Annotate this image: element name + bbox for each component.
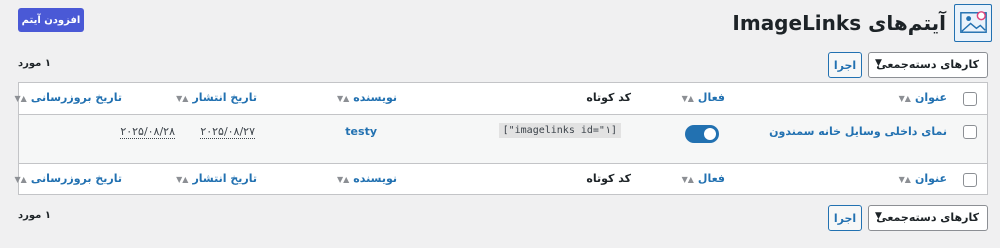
chevron-down-icon: ▼ (875, 58, 882, 68)
updated-date: ۲۰۲۵/۰۸/۲۸ (120, 125, 175, 139)
table-header-row: عنوان▲▼ فعال▲▼ کد کوتاه نویسنده▲▼ تاریخ … (15, 83, 987, 115)
add-item-button[interactable]: افزودن آیتم (18, 8, 84, 32)
sort-icon: ▲▼ (176, 175, 189, 184)
column-title-footer[interactable]: عنوان▲▼ (899, 172, 947, 185)
row-checkbox[interactable] (963, 125, 977, 139)
column-shortcode-footer: کد کوتاه (586, 172, 631, 185)
sort-icon: ▲▼ (14, 94, 27, 103)
column-author-footer[interactable]: نویسنده▲▼ (337, 172, 397, 185)
image-gallery-icon (954, 4, 992, 42)
column-published[interactable]: تاریخ انتشار▲▼ (176, 91, 257, 104)
chevron-down-icon: ▼ (875, 211, 882, 221)
column-author[interactable]: نویسنده▲▼ (337, 91, 397, 104)
bulk-actions-label: کارهای دسته‌جمعی (876, 58, 979, 71)
bulk-actions-select-bottom[interactable]: کارهای دسته‌جمعی ▼ (868, 205, 988, 231)
table-footer-row: عنوان▲▼ فعال▲▼ کد کوتاه نویسنده▲▼ تاریخ … (15, 163, 987, 195)
column-updated[interactable]: تاریخ بروزرسانی▲▼ (15, 91, 122, 104)
sort-icon: ▲▼ (336, 175, 350, 184)
column-title[interactable]: عنوان▲▼ (899, 91, 947, 104)
column-published-footer[interactable]: تاریخ انتشار▲▼ (176, 172, 257, 185)
bulk-actions-select-top[interactable]: کارهای دسته‌جمعی ▼ (868, 52, 988, 78)
page-header: آیتم‌های ImageLinks افزودن آیتم (14, 4, 992, 44)
sort-icon: ▲▼ (681, 175, 694, 184)
item-title-link[interactable]: نمای داخلی وسایل خانه سمندون (769, 125, 947, 138)
published-date: ۲۰۲۵/۰۸/۲۷ (200, 125, 255, 139)
column-active[interactable]: فعال▲▼ (682, 91, 725, 104)
bulk-actions-label: کارهای دسته‌جمعی (876, 211, 979, 224)
sort-icon: ▲▼ (14, 175, 27, 184)
sort-icon: ▲▼ (898, 94, 911, 103)
author-link[interactable]: testy (345, 125, 377, 138)
shortcode-value: [imagelinks id="۱"] (498, 123, 621, 138)
select-all-checkbox[interactable] (963, 92, 977, 106)
item-count-bottom: ۱ مورد (18, 210, 51, 221)
sort-icon: ▲▼ (176, 94, 189, 103)
column-active-footer[interactable]: فعال▲▼ (682, 172, 725, 185)
sort-icon: ▲▼ (681, 94, 694, 103)
apply-button-bottom[interactable]: اجرا (828, 205, 862, 231)
table-row: نمای داخلی وسایل خانه سمندون [imagelinks… (19, 115, 987, 163)
select-all-checkbox-footer[interactable] (963, 173, 977, 187)
column-shortcode: کد کوتاه (586, 91, 631, 104)
sort-icon: ▲▼ (336, 94, 350, 103)
column-updated-footer[interactable]: تاریخ بروزرسانی▲▼ (15, 172, 122, 185)
items-table: عنوان▲▼ فعال▲▼ کد کوتاه نویسنده▲▼ تاریخ … (15, 82, 988, 195)
active-toggle[interactable] (685, 125, 719, 143)
sort-icon: ▲▼ (898, 175, 911, 184)
page-title: آیتم‌های ImageLinks (732, 11, 946, 35)
item-count-top: ۱ مورد (18, 58, 51, 69)
toggle-knob (704, 128, 716, 140)
apply-button-top[interactable]: اجرا (828, 52, 862, 78)
